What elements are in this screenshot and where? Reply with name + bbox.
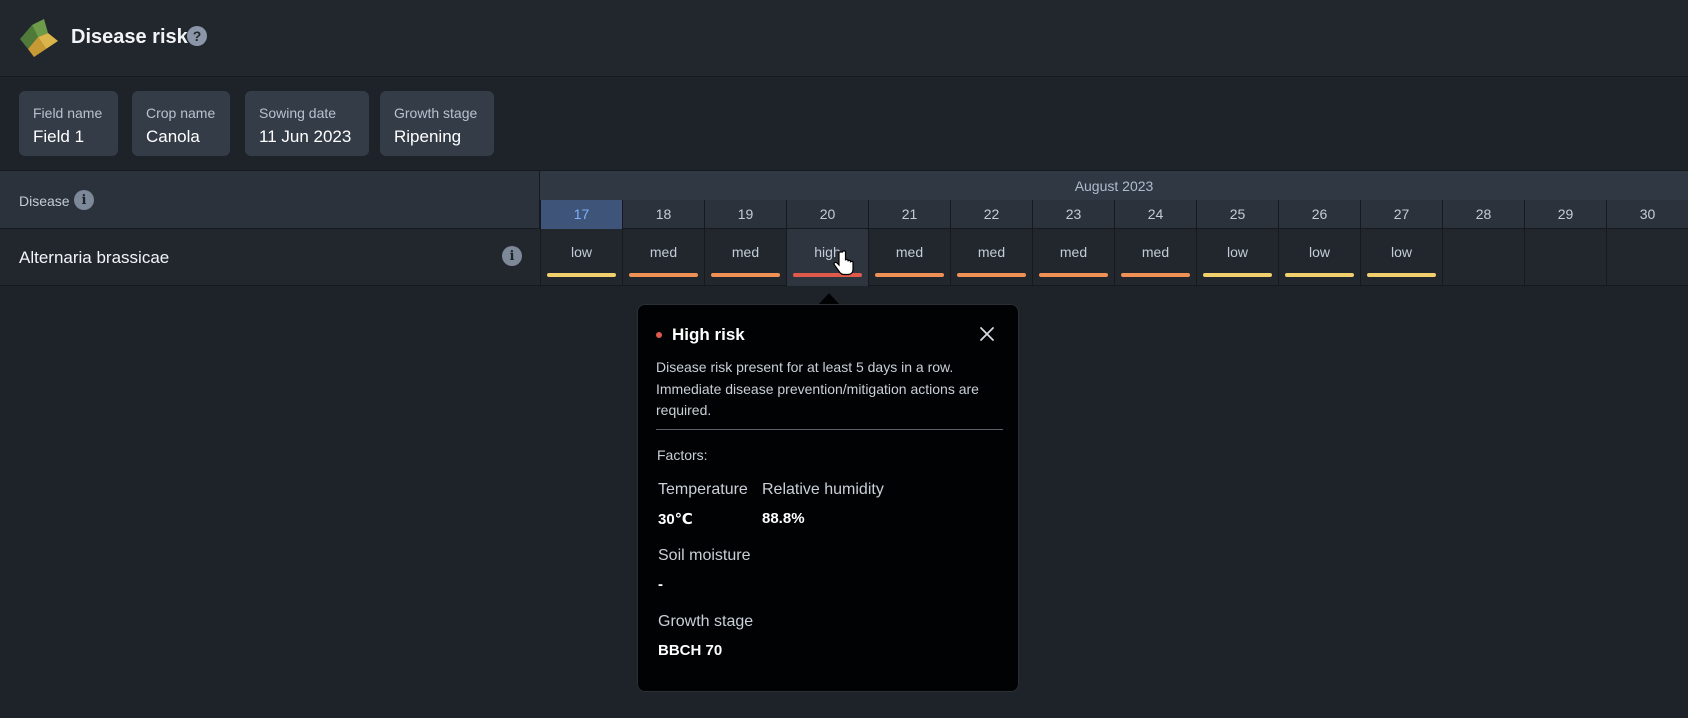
close-icon[interactable] (978, 325, 996, 343)
risk-level-label: med (731, 244, 760, 260)
risk-detail-popover: High risk Disease risk present for at le… (637, 304, 1019, 692)
sowing-date-card: Sowing date 11 Jun 2023 (245, 91, 369, 156)
risk-cell-26[interactable]: low (1278, 229, 1360, 286)
month-label: August 2023 (1074, 178, 1154, 194)
day-header-21: 21 (868, 200, 950, 229)
risk-cell-30 (1606, 229, 1688, 286)
disease-name[interactable]: Alternaria brassicae (19, 248, 169, 268)
field-name-card: Field name Field 1 (19, 91, 118, 156)
day-header-27: 27 (1360, 200, 1442, 229)
risk-cell-23[interactable]: med (1032, 229, 1114, 286)
risk-cell-24[interactable]: med (1114, 229, 1196, 286)
crop-name-label: Crop name (146, 105, 216, 121)
risk-level-bar (629, 273, 698, 277)
day-header-30: 30 (1606, 200, 1688, 229)
day-header-20: 20 (786, 200, 868, 229)
popover-title: High risk (672, 325, 745, 344)
day-header-28: 28 (1442, 200, 1524, 229)
month-header: August 2023 (540, 171, 1688, 200)
day-header-24: 24 (1114, 200, 1196, 229)
risk-level-bar (547, 273, 616, 277)
day-header-29: 29 (1524, 200, 1606, 229)
relative-humidity-value: 88.8% (762, 510, 805, 527)
risk-cell-28 (1442, 229, 1524, 286)
relative-humidity-label: Relative humidity (762, 481, 884, 498)
risk-cell-25[interactable]: low (1196, 229, 1278, 286)
growth-stage-factor-value: BBCH 70 (658, 642, 723, 659)
day-header-17: 17 (540, 200, 622, 229)
disease-header-info-icon[interactable]: i (74, 190, 94, 210)
disease-info-icon[interactable]: i (502, 246, 522, 266)
growth-stage-label: Growth stage (394, 105, 478, 121)
day-header-22: 22 (950, 200, 1032, 229)
hand-pointer-icon (833, 250, 854, 276)
disease-header-label: Disease (19, 193, 70, 209)
risk-level-label: med (1141, 244, 1170, 260)
growth-stage-value: Ripening (394, 127, 462, 146)
growth-stage-card: Growth stage Ripening (380, 91, 494, 156)
day-header-23: 23 (1032, 200, 1114, 229)
field-name-value: Field 1 (33, 127, 85, 146)
growth-stage-factor-label: Growth stage (658, 613, 754, 630)
disease-column-header: Disease i (0, 171, 540, 229)
risk-level-label: med (649, 244, 678, 260)
day-header-26: 26 (1278, 200, 1360, 229)
risk-level-label: high (814, 244, 841, 260)
risk-cell-22[interactable]: med (950, 229, 1032, 286)
risk-level-bar (1367, 273, 1436, 277)
risk-level-bar (1121, 273, 1190, 277)
help-icon[interactable]: ? (187, 26, 207, 46)
risk-level-bar (711, 273, 780, 277)
day-header-25: 25 (1196, 200, 1278, 229)
field-name-label: Field name (33, 105, 103, 121)
soil-moisture-value: - (658, 576, 663, 593)
sowing-date-value: 11 Jun 2023 (259, 127, 352, 146)
risk-level-label: med (895, 244, 924, 260)
page-title: Disease risk (71, 26, 188, 48)
day-header-19: 19 (704, 200, 786, 229)
risk-level-label: low (1308, 244, 1330, 260)
risk-level-bar (1203, 273, 1272, 277)
risk-level-label: med (977, 244, 1006, 260)
soil-moisture-label: Soil moisture (658, 547, 751, 564)
crop-name-card: Crop name Canola (132, 91, 230, 156)
days-header: 17 18 19 20 21 22 23 24 25 26 27 28 29 30 (540, 200, 1688, 229)
temperature-value: 30℃ (658, 511, 693, 528)
risk-level-bar (1285, 273, 1354, 277)
risk-level-label: med (1059, 244, 1088, 260)
risk-level-label: low (1390, 244, 1412, 260)
factors-label: Factors: (657, 447, 708, 463)
risk-level-label: low (570, 244, 592, 260)
risk-level-label: low (1226, 244, 1248, 260)
sowing-date-label: Sowing date (259, 105, 337, 121)
risk-cell-27[interactable]: low (1360, 229, 1442, 286)
risk-cell-29 (1524, 229, 1606, 286)
risk-level-bar (1039, 273, 1108, 277)
temperature-label: Temperature (658, 481, 748, 498)
crop-name-value: Canola (146, 127, 200, 146)
app-logo-icon (20, 19, 58, 57)
high-risk-dot-icon (656, 332, 662, 338)
risk-cell-21[interactable]: med (868, 229, 950, 286)
risk-cell-19[interactable]: med (704, 229, 786, 286)
risk-cell-20[interactable]: high (786, 229, 868, 286)
risk-cell-17[interactable]: low (540, 229, 622, 286)
app-header: Disease risk ? (0, 0, 1688, 77)
popover-description: Disease risk present for at least 5 days… (656, 359, 979, 418)
risk-level-bar (957, 273, 1026, 277)
risk-level-bar (875, 273, 944, 277)
day-header-18: 18 (622, 200, 704, 229)
risk-cell-18[interactable]: med (622, 229, 704, 286)
popover-divider (656, 429, 1003, 430)
